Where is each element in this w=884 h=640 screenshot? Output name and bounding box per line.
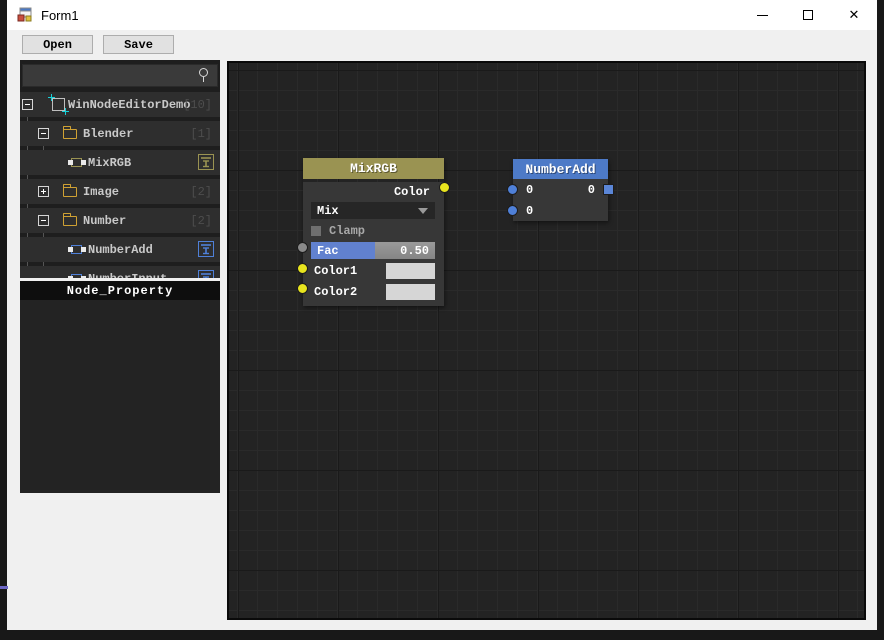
fac-label: Fac	[317, 243, 339, 258]
node-editor-canvas[interactable]: MixRGB Color Mix Clamp Fac 0.50 Color1 C…	[227, 61, 866, 620]
color2-swatch[interactable]	[386, 284, 435, 300]
fac-slider[interactable]: Fac 0.50	[311, 242, 435, 259]
search-input[interactable]	[27, 66, 192, 85]
tree-item-winnodeeditordemo[interactable]: WinNodeEditorDemo [10]	[20, 92, 220, 117]
tree-item-number[interactable]: Number [2]	[20, 208, 220, 233]
folder-icon	[63, 184, 77, 197]
tree-item-count: [10]	[183, 97, 212, 112]
tree-item-label: NumberInput	[88, 272, 167, 279]
node-property-header: Node_Property	[20, 281, 220, 300]
chevron-down-icon	[418, 208, 428, 214]
fac-slider-track: 0.50	[375, 242, 435, 259]
tree-item-label: Image	[83, 184, 120, 199]
node-mixrgb-title[interactable]: MixRGB	[303, 158, 444, 179]
tree-item-label: Blender	[83, 126, 134, 141]
node-mixrgb[interactable]: MixRGB Color Mix Clamp Fac 0.50 Color1 C…	[297, 158, 450, 306]
clamp-label: Clamp	[329, 223, 366, 238]
minimize-icon	[756, 14, 768, 16]
socket-number-output[interactable]	[603, 184, 614, 195]
open-button[interactable]: Open	[22, 35, 93, 54]
color2-label: Color2	[314, 285, 358, 299]
node-icon	[68, 245, 86, 255]
socket-color2-input[interactable]	[297, 283, 308, 294]
expand-icon[interactable]	[38, 186, 49, 197]
node-type-icon	[198, 241, 214, 257]
app-icon	[17, 7, 32, 22]
node-numberadd[interactable]: NumberAdd 0 0 0	[507, 159, 614, 221]
socket-fac-input[interactable]	[297, 242, 308, 253]
save-button[interactable]: Save	[103, 35, 174, 54]
app-window: Form1 ✕ Open Save WinNodeEditorDemo [10]…	[7, 0, 877, 630]
tree-item-label: WinNodeEditorDemo	[68, 97, 191, 112]
close-icon: ✕	[848, 7, 860, 23]
socket-number-input1[interactable]	[507, 184, 518, 195]
node-type-icon	[198, 270, 214, 278]
node-numberadd-title[interactable]: NumberAdd	[513, 159, 608, 179]
fac-slider-fill: Fac	[311, 242, 376, 259]
socket-color-output[interactable]	[439, 182, 450, 193]
clamp-row: Clamp	[311, 223, 436, 238]
close-button[interactable]: ✕	[831, 0, 877, 30]
tree-item-numberinput[interactable]: NumberInput	[20, 266, 220, 278]
socket-number-input2[interactable]	[507, 205, 518, 216]
color2-row: Color2	[303, 283, 435, 301]
node-icon	[68, 274, 86, 278]
maximize-icon	[803, 10, 813, 20]
socket-color1-input[interactable]	[297, 263, 308, 274]
maximize-button[interactable]	[785, 0, 831, 30]
numberadd-row2: 0	[513, 200, 608, 221]
search-icon	[199, 68, 208, 82]
tree-item-label: Number	[83, 213, 127, 228]
node-icon	[68, 158, 86, 168]
tree-item-mixrgb[interactable]: MixRGB	[20, 150, 220, 175]
mixrgb-output-row: Color	[303, 182, 444, 202]
window-title: Form1	[41, 7, 79, 23]
folder-icon	[63, 213, 77, 226]
collapse-icon[interactable]	[38, 128, 49, 139]
tree-search-box[interactable]	[22, 64, 218, 87]
numberadd-row1: 0 0	[513, 179, 608, 200]
collapse-icon[interactable]	[38, 215, 49, 226]
fac-value: 0.50	[400, 243, 429, 258]
tree-item-numberadd[interactable]: NumberAdd	[20, 237, 220, 262]
clamp-checkbox[interactable]	[311, 225, 321, 236]
minimize-button[interactable]	[739, 0, 785, 30]
node-tree-panel: WinNodeEditorDemo [10] Blender [1] MixRG…	[20, 60, 220, 278]
node-type-icon	[198, 154, 214, 170]
tree-item-count: [2]	[190, 213, 212, 228]
color1-label: Color1	[314, 264, 358, 278]
output-color-label: Color	[393, 185, 430, 199]
tree-item-count: [1]	[190, 126, 212, 141]
color1-row: Color1	[303, 262, 435, 280]
collapse-icon[interactable]	[22, 99, 33, 110]
blend-mode-dropdown[interactable]: Mix	[311, 202, 435, 219]
folder-icon	[63, 126, 77, 139]
screen-edge-artifact	[0, 586, 8, 589]
tree-item-count: [2]	[190, 184, 212, 199]
tree-item-blender[interactable]: Blender [1]	[20, 121, 220, 146]
color1-swatch[interactable]	[386, 263, 435, 279]
titlebar: Form1 ✕	[7, 0, 877, 30]
tree-item-label: MixRGB	[88, 155, 132, 170]
input2-value: 0	[526, 203, 534, 218]
tree-item-image[interactable]: Image [2]	[20, 179, 220, 204]
editor-canvas-icon	[48, 94, 69, 115]
node-property-panel	[20, 300, 220, 493]
input1-value: 0	[526, 182, 534, 197]
output-value: 0	[587, 182, 595, 197]
blend-mode-value: Mix	[317, 203, 339, 218]
tree-item-label: NumberAdd	[88, 242, 153, 257]
